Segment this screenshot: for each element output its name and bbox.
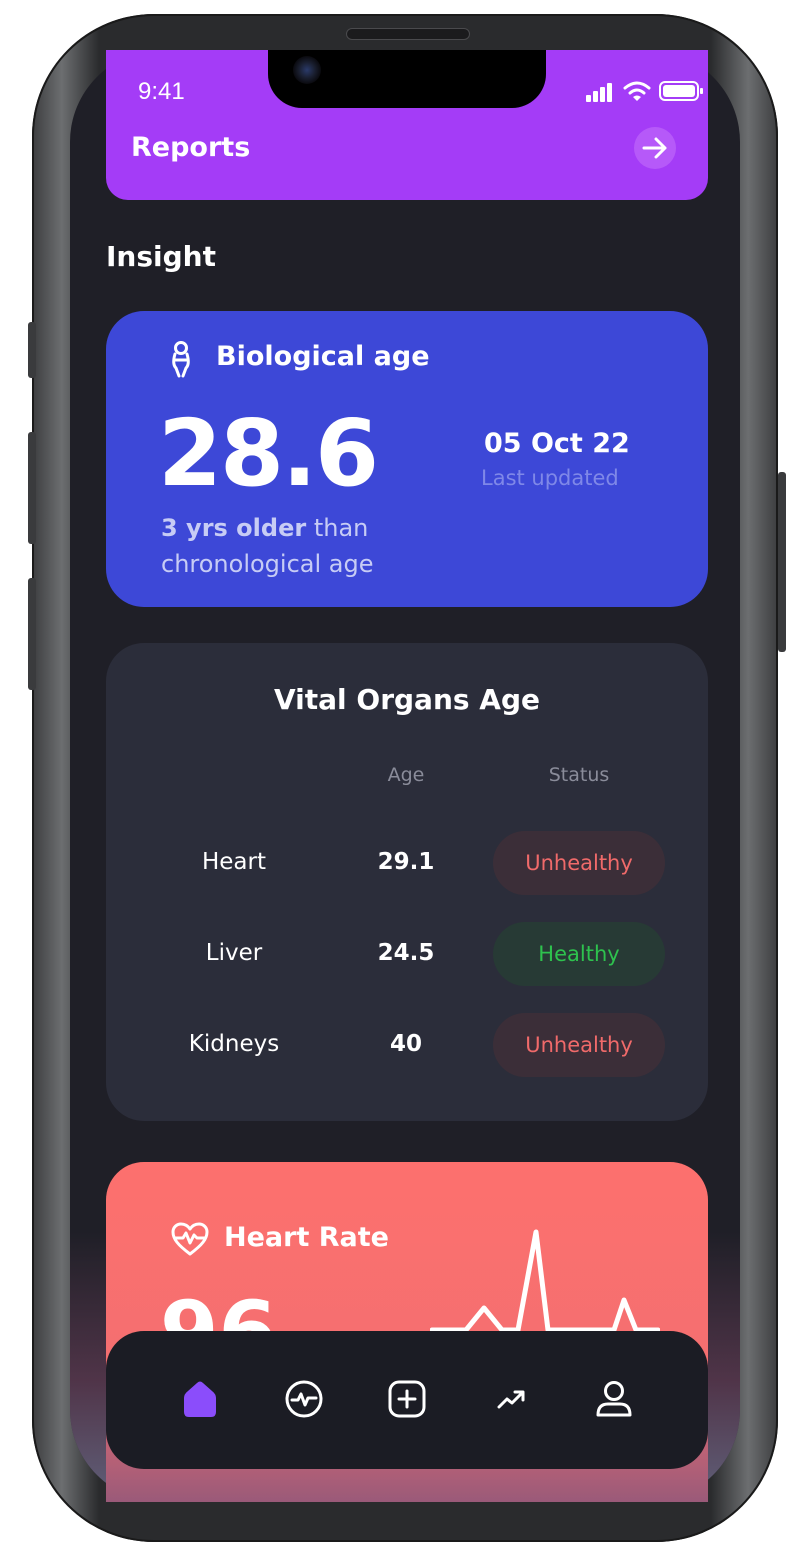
column-header-status: Status: [548, 764, 610, 786]
wifi-icon: [623, 81, 651, 101]
vital-organs-title: Vital Organs Age: [274, 683, 540, 716]
heart-rate-title: Heart Rate: [224, 1222, 389, 1253]
age-difference-text: 3 yrs older than chronological age: [161, 510, 461, 582]
profile-icon: [596, 1381, 632, 1417]
camera: [293, 56, 321, 84]
biological-age-value: 28.6: [158, 400, 379, 507]
column-header-age: Age: [387, 764, 425, 786]
organ-age-kidneys: 40: [389, 1031, 422, 1057]
volume-up-button: [28, 432, 36, 544]
last-updated-date: 05 Oct 22: [484, 428, 630, 459]
organ-age-liver: 24.5: [377, 940, 435, 966]
trend-icon: [497, 1390, 525, 1409]
last-updated-caption: Last updated: [481, 466, 619, 490]
tab-add[interactable]: [384, 1376, 430, 1422]
power-button: [778, 472, 786, 652]
volume-down-button: [28, 578, 36, 690]
tab-trends[interactable]: [488, 1376, 534, 1422]
tab-activity[interactable]: [281, 1376, 327, 1422]
organ-age-heart: 29.1: [377, 849, 435, 875]
activity-icon: [285, 1380, 323, 1418]
speaker-grille: [346, 28, 470, 40]
organ-name-heart: Heart: [201, 849, 266, 875]
home-icon: [184, 1381, 216, 1417]
mute-switch: [28, 322, 36, 378]
biological-age-title: Biological age: [216, 341, 430, 372]
body-icon: [172, 341, 190, 378]
tab-home[interactable]: [177, 1376, 223, 1422]
organ-name-liver: Liver: [205, 940, 263, 966]
tab-profile[interactable]: [591, 1376, 637, 1422]
heart-pulse-icon: [171, 1222, 209, 1256]
status-time: 9:41: [138, 78, 185, 105]
status-icons: [585, 78, 705, 104]
cellular-signal-icon: [586, 83, 612, 102]
reports-arrow-button[interactable]: [634, 127, 676, 169]
status-badge-kidneys: Unhealthy: [493, 1013, 665, 1077]
status-badge-liver: Healthy: [493, 922, 665, 986]
insight-heading: Insight: [106, 240, 216, 273]
heart-rate-value: 96: [160, 1290, 277, 1332]
status-badge-heart: Unhealthy: [493, 831, 665, 895]
heartbeat-waveform: [430, 1229, 660, 1333]
add-icon: [388, 1380, 426, 1418]
age-difference-bold: 3 yrs older: [161, 514, 307, 542]
arrow-right-icon: [642, 137, 667, 159]
battery-icon: [659, 81, 703, 101]
organ-name-kidneys: Kidneys: [188, 1031, 280, 1057]
reports-label: Reports: [131, 132, 251, 163]
